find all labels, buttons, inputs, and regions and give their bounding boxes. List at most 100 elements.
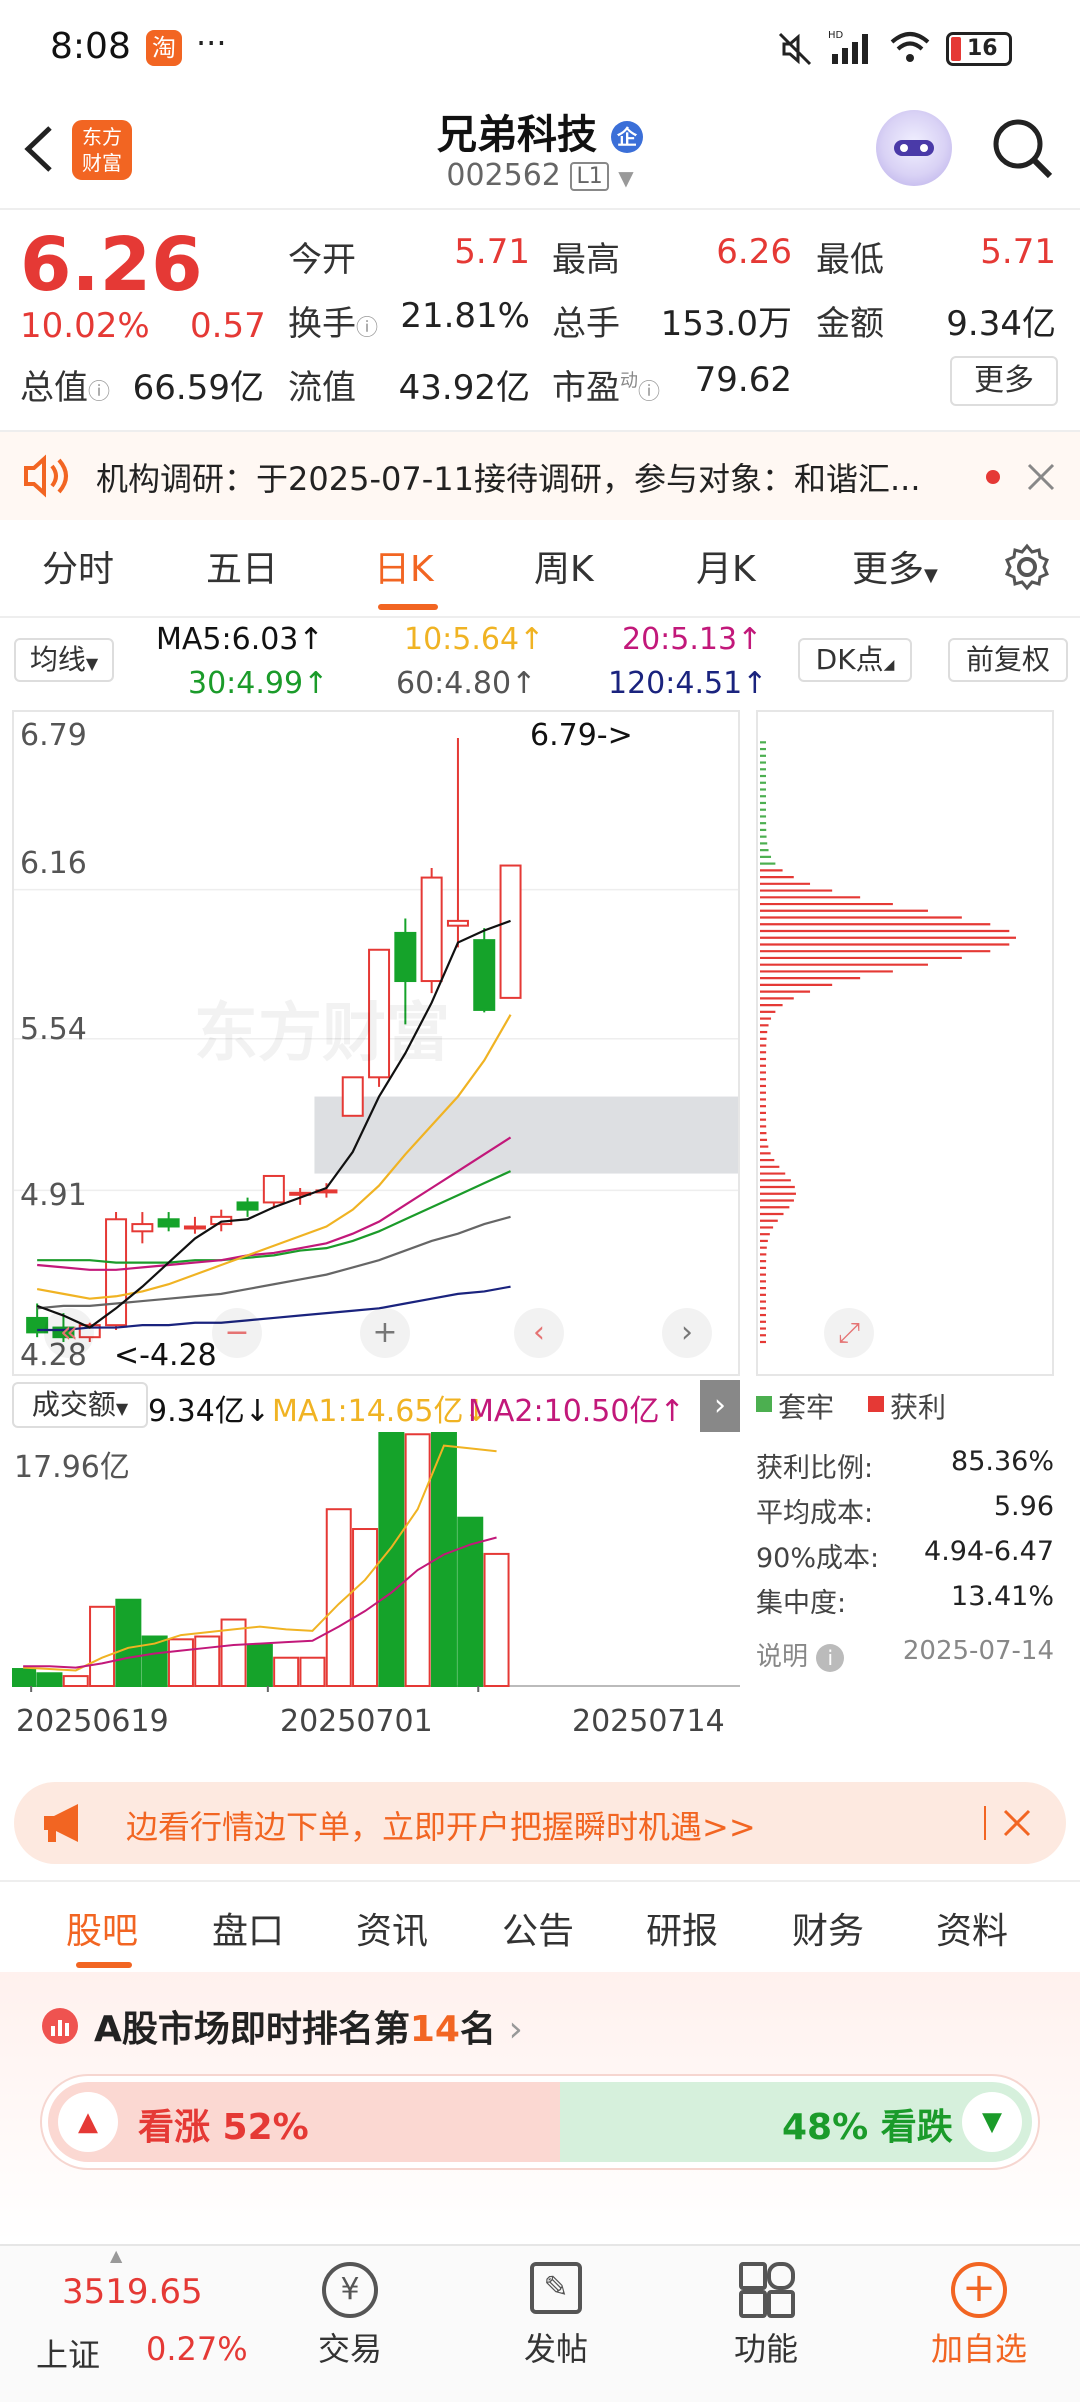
megaphone-icon <box>44 1804 78 1842</box>
volume-bar <box>246 1643 273 1687</box>
tab-monthly-k[interactable]: 月K <box>696 540 756 592</box>
price-zone <box>314 1096 738 1174</box>
tab-finance[interactable]: 财务 <box>792 1902 864 1954</box>
turnover-value: 21.81% <box>400 296 530 336</box>
turnover-label[interactable]: 换手ⓘ <box>288 296 378 345</box>
nav-post[interactable]: ✎ 发帖 <box>506 2262 606 2382</box>
bottom-nav: ▲ 3519.65 上证 0.27% ¥ 交易 ✎ 发帖 功能 + 加自选 <box>0 2244 1080 2402</box>
tab-announcements[interactable]: 公告 <box>502 1902 574 1954</box>
tab-daily-k[interactable]: 日K <box>374 540 434 592</box>
candle <box>341 1076 364 1117</box>
scroll-left-button[interactable]: « <box>44 1308 94 1358</box>
index-caret: ▲ <box>110 2246 123 2265</box>
tab-profile[interactable]: 资料 <box>936 1902 1008 1954</box>
dk-point-button[interactable]: DK点◢ <box>798 638 912 682</box>
zoom-in-button[interactable]: + <box>360 1308 410 1358</box>
zoom-out-button[interactable]: − <box>212 1308 262 1358</box>
candle <box>236 1201 259 1211</box>
profit-legend-swatch <box>868 1396 884 1412</box>
tab-guba[interactable]: 股吧 <box>66 1902 138 1954</box>
stock-title: 兄弟科技 <box>437 112 598 158</box>
bullish-button[interactable]: ▲ <box>58 2092 118 2152</box>
stock-header: 东方 财富 兄弟科技 企 002562 L1 ▼ <box>0 90 1080 210</box>
gear-icon[interactable] <box>1002 542 1052 592</box>
yuan-exchange-icon: ¥ <box>322 2262 378 2318</box>
concentration-label: 集中度: <box>756 1588 847 1619</box>
content-tabs: 股吧 盘口 资讯 公告 研报 财务 资料 <box>0 1880 1080 1974</box>
kline-panel[interactable]: 东方财富 6.79 6.16 5.54 4.91 4.28 6.79-> <-4… <box>12 710 740 1376</box>
tab-news[interactable]: 资讯 <box>356 1902 428 1954</box>
info-icon: i <box>816 1644 845 1672</box>
expand-icon[interactable]: ⤢ <box>824 1308 874 1358</box>
active-tab-indicator <box>378 604 438 610</box>
search-icon[interactable] <box>990 116 1056 182</box>
nav-functions[interactable]: 功能 <box>716 2262 816 2382</box>
float-cap-label: 流值 <box>288 368 356 408</box>
more-button[interactable]: 更多 <box>950 356 1058 406</box>
volume-max-label: 17.96亿 <box>14 1450 130 1485</box>
nav-add-watchlist[interactable]: + 加自选 <box>914 2262 1044 2382</box>
tab-more[interactable]: 更多▼ <box>852 540 938 592</box>
avg-cost-value: 5.96 <box>993 1491 1054 1522</box>
pe-label[interactable]: 市盈动ⓘ <box>552 360 660 409</box>
volume-label: 总手 <box>552 304 620 344</box>
chevron-right-icon[interactable]: › <box>700 1380 740 1432</box>
tab-pankou[interactable]: 盘口 <box>212 1902 284 1954</box>
close-icon[interactable] <box>1002 1808 1032 1838</box>
enterprise-badge: 企 <box>610 121 643 153</box>
svg-text:HD: HD <box>828 30 844 41</box>
x-label-3: 20250714 <box>572 1704 725 1739</box>
volume-value: 153.0万 <box>660 304 792 344</box>
info-icon: ⓘ <box>356 316 379 341</box>
market-cap-value: 66.59亿 <box>132 368 264 408</box>
candle <box>473 939 496 1011</box>
notice-bar[interactable]: 机构调研：于2025-07-11接待调研，参与对象：和谐汇... <box>0 432 1080 520</box>
tab-weekly-k[interactable]: 周K <box>534 540 594 592</box>
promo-text: 边看行情边下单，立即开户把握瞬时机遇>> <box>126 1808 756 1846</box>
forward-adjust-button[interactable]: 前复权 <box>948 638 1068 682</box>
dropdown-caret-icon: ▼ <box>618 166 634 190</box>
ranking-text[interactable]: A股市场即时排名第14名 › <box>94 2000 523 2052</box>
y-tick-2: 6.16 <box>20 846 87 881</box>
volume-bar <box>89 1605 116 1688</box>
candle <box>183 1225 206 1230</box>
tab-research[interactable]: 研报 <box>646 1902 718 1954</box>
ma120-label: 120:4.51↑ <box>608 666 768 701</box>
prev-button[interactable]: ‹ <box>514 1308 564 1358</box>
stock-code: 002562 <box>446 158 561 193</box>
info-icon: ⓘ <box>638 380 661 405</box>
volume-bar <box>115 1598 142 1687</box>
nav-trade[interactable]: ¥ 交易 <box>300 2262 400 2382</box>
open-label: 今开 <box>288 240 356 280</box>
market-cap-label[interactable]: 总值ⓘ <box>20 360 110 409</box>
promo-banner[interactable]: 边看行情边下单，立即开户把握瞬时机遇>> <box>14 1782 1066 1864</box>
chip-distribution-panel[interactable]: ⤢ <box>756 710 1054 1376</box>
ma5-label: MA5:6.03↑ <box>156 622 324 657</box>
index-pct: 0.27% <box>146 2330 248 2368</box>
grid-icon <box>739 2262 795 2318</box>
volume-bar <box>167 1638 194 1687</box>
tab-five-day[interactable]: 五日 <box>206 540 278 592</box>
level-badge: L1 <box>570 162 609 191</box>
bearish-label: 48% 看跌 <box>782 2107 953 2148</box>
candle <box>446 919 469 927</box>
open-value: 5.71 <box>454 232 530 272</box>
close-icon[interactable] <box>1026 462 1056 492</box>
volume-indicator-selector[interactable]: 成交额▼ <box>12 1382 148 1428</box>
robot-avatar-icon[interactable] <box>876 110 952 186</box>
volume-panel[interactable]: 17.96亿 20250619 20250701 20250714 <box>12 1432 740 1739</box>
candle <box>131 1223 154 1233</box>
high-annotation: 6.79-> <box>530 718 633 753</box>
taobao-icon: 淘 <box>146 30 182 66</box>
watermark: 东方财富 <box>194 997 450 1071</box>
next-button[interactable]: › <box>662 1308 712 1358</box>
cost-90-value: 4.94-6.47 <box>924 1536 1054 1567</box>
candle <box>394 931 417 983</box>
bearish-button[interactable]: ▼ <box>962 2092 1022 2152</box>
note-link[interactable]: 说明 i <box>756 1636 845 1673</box>
plus-circle-icon: + <box>951 2262 1007 2318</box>
index-value[interactable]: 3519.65 <box>62 2272 203 2312</box>
amount-value: 9.34亿 <box>946 304 1056 344</box>
tab-intraday[interactable]: 分时 <box>42 540 114 592</box>
indicator-selector[interactable]: 均线▼ <box>14 638 114 682</box>
